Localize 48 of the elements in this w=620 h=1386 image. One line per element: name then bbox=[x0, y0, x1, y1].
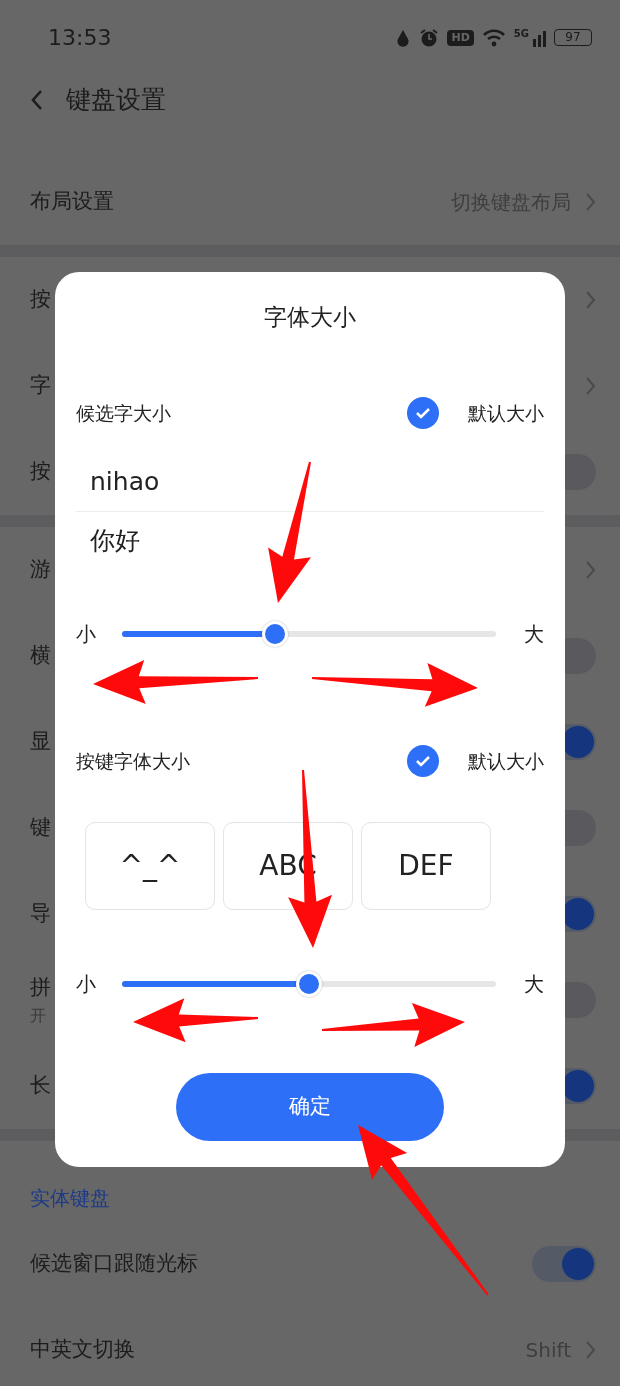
wifi-icon bbox=[481, 27, 506, 48]
slider-max-label: 大 bbox=[524, 971, 544, 998]
signal-icon bbox=[533, 28, 546, 47]
alarm-icon bbox=[419, 27, 440, 48]
battery-indicator: 97 bbox=[554, 29, 592, 46]
preview-text: nihao bbox=[89, 466, 161, 498]
chevron-icon bbox=[585, 560, 596, 580]
slider-min-label: 小 bbox=[76, 621, 96, 648]
keyboard-key: ^_^ bbox=[85, 822, 215, 910]
section-header: 实体键盘 bbox=[29, 1185, 111, 1212]
checkbox[interactable] bbox=[407, 745, 439, 777]
toggle-switch[interactable] bbox=[532, 1246, 596, 1282]
chevron-icon bbox=[585, 376, 596, 396]
page-title: 键盘设置 bbox=[66, 84, 166, 117]
checkbox-label: 默认大小 bbox=[468, 400, 544, 426]
setting-label: 长 bbox=[30, 1072, 51, 1100]
hd-indicator: HD bbox=[447, 29, 474, 46]
setting-label: 按 bbox=[30, 286, 51, 314]
setting-label: 按 bbox=[30, 458, 51, 486]
setting-label: 候选窗口跟随光标 bbox=[30, 1250, 198, 1278]
slider-thumb[interactable] bbox=[262, 621, 289, 647]
network-label: 5G bbox=[513, 28, 529, 39]
setting-label: 横 bbox=[30, 642, 51, 670]
confirm-button[interactable]: 确定 bbox=[176, 1073, 444, 1141]
setting-label: 导 bbox=[30, 900, 51, 928]
setting-label: 字 bbox=[30, 372, 51, 400]
chevron-icon bbox=[585, 290, 596, 310]
section-label: 按键字体大小 bbox=[76, 748, 190, 774]
setting-label: 游 bbox=[30, 556, 51, 584]
check-icon bbox=[415, 755, 431, 767]
slider-min-label: 小 bbox=[76, 971, 96, 998]
setting-label: 布局设置 bbox=[30, 188, 114, 216]
slider-thumb[interactable] bbox=[296, 971, 322, 997]
setting-label: 显 bbox=[30, 728, 51, 756]
checkbox[interactable] bbox=[407, 397, 439, 429]
setting-label: 拼 bbox=[30, 974, 51, 1002]
back-icon bbox=[30, 88, 44, 112]
slider-max-label: 大 bbox=[524, 621, 544, 648]
chevron-icon bbox=[585, 1340, 596, 1360]
setting-label: 中英文切换 bbox=[30, 1336, 135, 1364]
check-icon bbox=[415, 407, 431, 419]
section-label: 候选字大小 bbox=[76, 400, 171, 426]
checkbox-label: 默认大小 bbox=[468, 748, 544, 774]
keyboard-key: DEF bbox=[361, 822, 491, 910]
setting-label: 键 bbox=[30, 814, 51, 842]
dialog-title: 字体大小 bbox=[263, 303, 357, 332]
status-time: 13:53 bbox=[48, 24, 112, 52]
chevron-icon bbox=[585, 192, 596, 212]
